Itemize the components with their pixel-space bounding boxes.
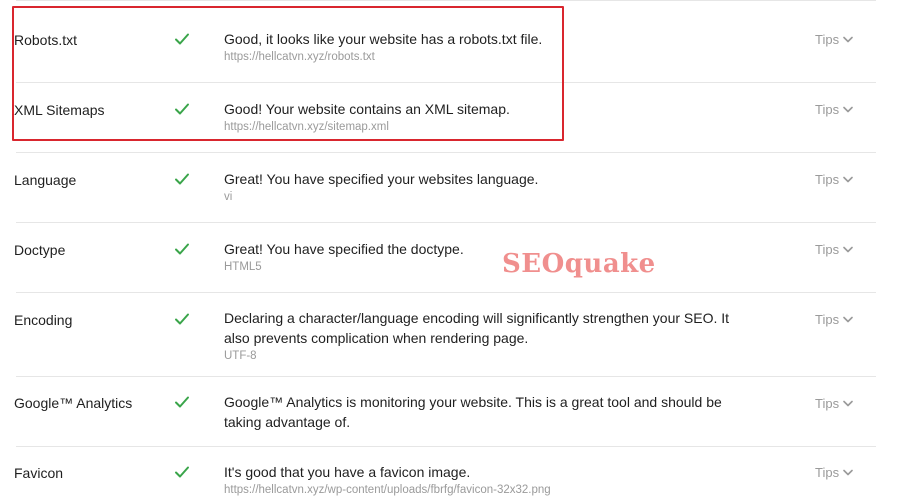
tips-label: Tips — [815, 102, 840, 117]
check-detail: https://hellcatvn.xyz/wp-content/uploads… — [224, 484, 551, 496]
tips-label: Tips — [815, 242, 840, 257]
highlight-box — [12, 6, 564, 141]
tips-toggle[interactable]: Tips — [815, 102, 853, 117]
tips-toggle[interactable]: Tips — [815, 32, 853, 47]
chevron-down-icon — [843, 106, 853, 113]
chevron-down-icon — [843, 316, 853, 323]
row-divider — [16, 446, 876, 447]
check-detail: UTF-8 — [224, 350, 257, 362]
row-divider — [16, 0, 876, 1]
tips-toggle[interactable]: Tips — [815, 312, 853, 327]
check-icon — [175, 173, 189, 185]
tips-label: Tips — [815, 32, 840, 47]
chevron-down-icon — [843, 400, 853, 407]
tips-label: Tips — [815, 312, 840, 327]
row-divider — [16, 376, 876, 377]
check-message: Great! You have specified the doctype. — [224, 241, 464, 257]
check-name: Favicon — [14, 465, 64, 481]
tips-label: Tips — [815, 396, 840, 411]
check-name: Language — [14, 172, 77, 188]
check-message: Great! You have specified your websites … — [224, 171, 539, 187]
check-message: Declaring a character/language encoding … — [224, 310, 730, 346]
row-divider — [16, 292, 876, 293]
check-name: Encoding — [14, 312, 73, 328]
row-divider — [16, 152, 876, 153]
chevron-down-icon — [843, 469, 853, 476]
check-detail: vi — [224, 191, 233, 203]
check-detail: HTML5 — [224, 261, 262, 273]
check-message: Google™ Analytics is monitoring your web… — [224, 394, 722, 430]
chevron-down-icon — [843, 36, 853, 43]
tips-label: Tips — [815, 172, 840, 187]
chevron-down-icon — [843, 246, 853, 253]
tips-toggle[interactable]: Tips — [815, 242, 853, 257]
check-icon — [175, 243, 189, 255]
check-icon — [175, 396, 189, 408]
tips-toggle[interactable]: Tips — [815, 396, 853, 411]
tips-label: Tips — [815, 465, 840, 480]
row-divider — [16, 222, 876, 223]
check-icon — [175, 313, 189, 325]
check-name: Google™ Analytics — [14, 395, 133, 411]
check-name: Doctype — [14, 242, 66, 258]
watermark: SEOquake — [502, 249, 656, 279]
check-icon — [175, 466, 189, 478]
tips-toggle[interactable]: Tips — [815, 465, 853, 480]
check-message: It's good that you have a favicon image. — [224, 464, 471, 480]
chevron-down-icon — [843, 176, 853, 183]
tips-toggle[interactable]: Tips — [815, 172, 853, 187]
